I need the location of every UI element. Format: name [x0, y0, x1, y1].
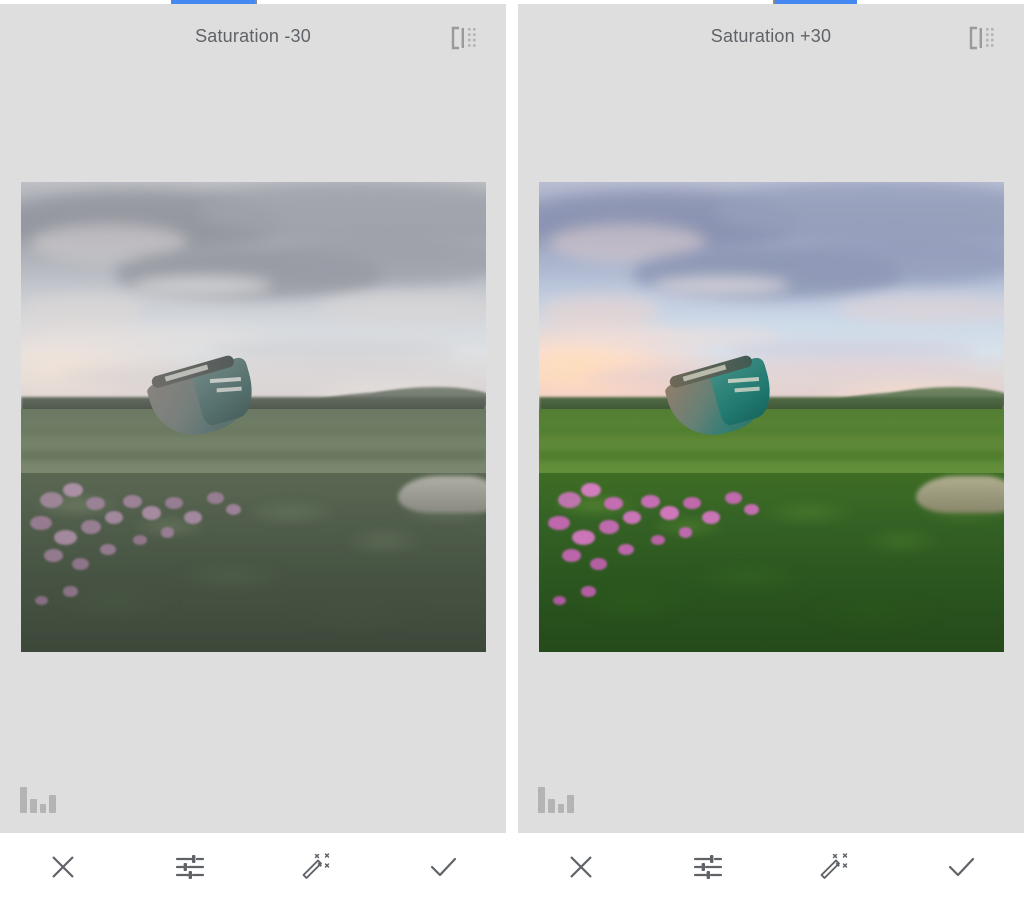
- apply-button[interactable]: [380, 833, 507, 900]
- photo-cloud: [133, 276, 273, 295]
- photo-flower: [100, 544, 116, 555]
- photo-flower: [581, 586, 596, 596]
- photo-field-band: [539, 426, 1004, 435]
- titlebar-right: Saturation +30: [518, 4, 1024, 68]
- photo-cloud: [21, 295, 142, 328]
- editor-panel-left: Saturation -30: [0, 0, 506, 900]
- photo-flower: [553, 596, 566, 605]
- magic-wand-button[interactable]: [771, 833, 898, 900]
- panel-divider: [506, 0, 518, 900]
- histogram-icon[interactable]: [538, 783, 574, 813]
- cancel-button[interactable]: [518, 833, 645, 900]
- photo-preview-right[interactable]: [539, 182, 1004, 652]
- compare-split-icon[interactable]: [446, 22, 480, 54]
- photo-stone-wall: [916, 476, 1004, 514]
- photo-flower: [44, 549, 63, 562]
- photo-stone-wall: [398, 476, 486, 514]
- photo-flower: [123, 495, 142, 508]
- photo-frame-right: [539, 182, 1004, 652]
- photo-field-band: [539, 450, 1004, 461]
- photo-flower: [133, 535, 148, 545]
- photo-cloud: [744, 361, 977, 375]
- photo-flower: [604, 497, 623, 510]
- bottom-toolbar-right: [518, 833, 1024, 900]
- photo-flower: [651, 535, 666, 545]
- photo-cloud: [539, 295, 660, 328]
- compare-split-icon[interactable]: [964, 22, 998, 54]
- photo-flower: [679, 527, 693, 537]
- photo-field-band: [21, 426, 486, 435]
- screenshot-root: Saturation -30: [0, 0, 1024, 900]
- apply-button[interactable]: [898, 833, 1024, 900]
- magic-wand-button[interactable]: [253, 833, 380, 900]
- photo-flower: [161, 527, 175, 537]
- histogram-icon[interactable]: [20, 783, 56, 813]
- photo-flower: [30, 516, 51, 530]
- photo-cloud: [226, 361, 459, 375]
- photo-flower: [558, 492, 581, 508]
- photo-flower: [641, 495, 660, 508]
- photo-flower: [562, 549, 581, 562]
- photo-field-band: [21, 450, 486, 461]
- photo-flower: [683, 497, 701, 509]
- photo-flower: [54, 530, 77, 545]
- cancel-button[interactable]: [0, 833, 127, 900]
- bottom-toolbar-left: [0, 833, 506, 900]
- photo-frame-left: [21, 182, 486, 652]
- tune-button[interactable]: [127, 833, 254, 900]
- photo-flower: [72, 558, 89, 570]
- comparison-panels: Saturation -30: [0, 0, 1024, 900]
- photo-flower: [63, 586, 78, 596]
- photo-flower: [86, 497, 105, 510]
- photo-flower: [63, 483, 83, 497]
- photo-preview-left[interactable]: [21, 182, 486, 652]
- photo-flower: [590, 558, 607, 570]
- photo-flower: [618, 544, 634, 555]
- titlebar-left: Saturation -30: [0, 4, 506, 68]
- photo-flower: [548, 516, 569, 530]
- photo-flower: [581, 483, 601, 497]
- photo-flower: [35, 596, 48, 605]
- editor-panel-right: Saturation +30: [518, 0, 1024, 900]
- photo-flower: [40, 492, 63, 508]
- photo-flower: [572, 530, 595, 545]
- photo-cloud: [651, 276, 791, 295]
- adjustment-title-left: Saturation -30: [0, 4, 506, 68]
- adjustment-title-right: Saturation +30: [518, 4, 1024, 68]
- photo-flower: [165, 497, 183, 509]
- tune-button[interactable]: [645, 833, 772, 900]
